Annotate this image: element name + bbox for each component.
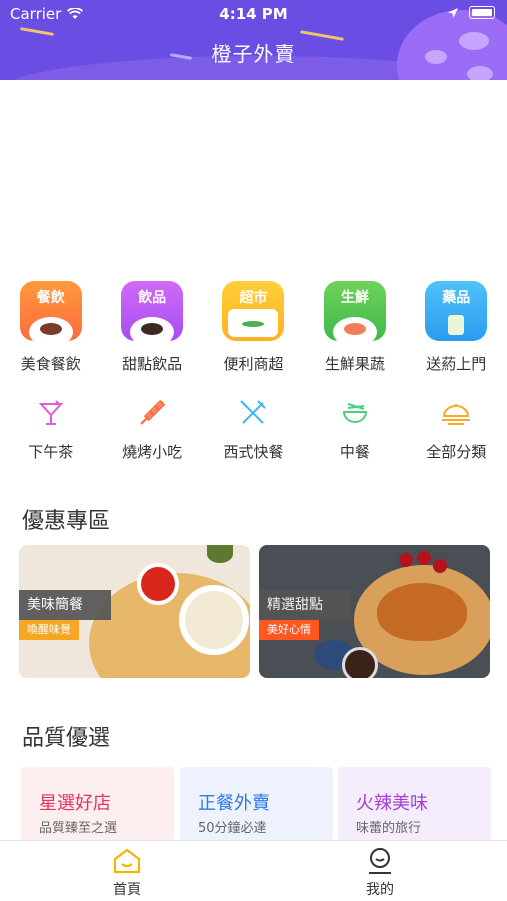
home-icon <box>113 848 141 874</box>
croissant-image <box>377 583 467 641</box>
banner-label: 美味簡餐 <box>19 590 111 620</box>
sauce-bowl-image <box>137 563 179 605</box>
profile-icon <box>369 848 391 874</box>
category-grid-top: 餐飲 美食餐飲 飲品 甜點飲品 超市 便利商超 生鮮 生鮮果蔬 藥品 送葯上門 <box>0 281 507 374</box>
header-bar: Carrier 4:14 PM 橙子外賣 <box>0 0 507 80</box>
banner-label: 精選甜點 <box>259 590 351 620</box>
fork-knife-icon <box>240 400 267 424</box>
crater <box>467 66 493 80</box>
category-item-chinese[interactable]: 中餐 <box>304 393 405 462</box>
category-item-western[interactable]: 西式快餐 <box>203 393 304 462</box>
noodle-bowl-icon <box>342 403 367 423</box>
category-item-afternoon-tea[interactable]: 下午茶 <box>0 393 101 462</box>
tab-home[interactable]: 首頁 <box>87 847 167 899</box>
coffee-beans-image <box>342 647 378 678</box>
category-label: 便利商超 <box>223 355 284 373</box>
coffee-cup-image <box>141 323 164 335</box>
cocktail-icon <box>38 400 63 425</box>
category-grid-bottom: 下午茶 燒烤小吃 西式快餐 中餐 全部分類 <box>0 393 507 462</box>
star-streak <box>19 27 55 36</box>
category-item-all[interactable]: 全部分類 <box>406 393 507 462</box>
status-time: 4:14 PM <box>219 5 288 23</box>
salmon-image <box>343 323 366 335</box>
sandwich-image <box>179 585 249 655</box>
tile-label: 飲品 <box>138 290 167 306</box>
category-tile: 飲品 <box>121 281 184 341</box>
skewer-icon <box>140 399 166 425</box>
quality-card-spicy[interactable]: 火辣美味 味蕾的旅行 <box>338 767 491 841</box>
status-bar: Carrier 4:14 PM <box>0 0 507 28</box>
banner-sublabel: 喚醒味覺 <box>19 620 79 640</box>
card-title: 正餐外賣 <box>198 793 270 814</box>
category-label: 送葯上門 <box>426 355 487 373</box>
herb-bowl-image <box>207 545 233 563</box>
category-item-medicine[interactable]: 藥品 送葯上門 <box>406 281 507 374</box>
category-item-fresh[interactable]: 生鮮 生鮮果蔬 <box>304 281 405 374</box>
category-label: 燒烤小吃 <box>122 443 183 461</box>
tile-label: 餐飲 <box>36 290 65 306</box>
battery-icon <box>469 6 495 19</box>
category-item-food[interactable]: 餐飲 美食餐飲 <box>0 281 101 374</box>
food-image <box>39 323 62 335</box>
promo-banner-dessert[interactable]: 精選甜點 美好心情 <box>259 545 490 678</box>
banner-sublabel: 美好心情 <box>259 620 319 640</box>
card-title: 星選好店 <box>39 793 111 814</box>
category-tile: 生鮮 <box>323 281 386 341</box>
tile-label: 藥品 <box>442 290 471 306</box>
location-arrow-icon <box>448 7 458 18</box>
card-subtitle: 品質臻至之選 <box>39 821 118 836</box>
category-item-bbq[interactable]: 燒烤小吃 <box>101 393 202 462</box>
quality-card-star-store[interactable]: 星選好店 品質臻至之選 <box>21 767 174 841</box>
category-label: 全部分類 <box>426 443 487 461</box>
cherries-image <box>399 553 413 567</box>
category-label: 美食餐飲 <box>20 355 81 373</box>
quality-card-main-meal[interactable]: 正餐外賣 50分鐘必達 <box>180 767 333 841</box>
dish-icon <box>442 404 471 425</box>
category-tile: 餐飲 <box>19 281 82 341</box>
tab-label: 首頁 <box>113 882 141 898</box>
tab-bar: 首頁 我的 <box>0 840 507 901</box>
category-item-drinks[interactable]: 飲品 甜點飲品 <box>101 281 202 374</box>
category-label: 下午茶 <box>28 443 74 461</box>
category-label: 西式快餐 <box>223 443 284 461</box>
page-title: 橙子外賣 <box>211 42 296 66</box>
category-item-supermarket[interactable]: 超市 便利商超 <box>203 281 304 374</box>
category-label: 生鮮果蔬 <box>324 355 385 373</box>
category-tile: 超市 <box>222 281 285 341</box>
card-subtitle: 50分鐘必達 <box>198 821 267 836</box>
tile-label: 生鮮 <box>340 290 369 306</box>
promo-banner-meal[interactable]: 美味簡餐 喚醒味覺 <box>19 545 250 678</box>
tab-label: 我的 <box>366 882 394 898</box>
medicine-bottle-image <box>448 315 465 335</box>
tile-label: 超市 <box>239 290 268 306</box>
card-title: 火辣美味 <box>356 793 428 814</box>
category-label: 中餐 <box>339 443 370 461</box>
tab-profile[interactable]: 我的 <box>340 847 420 899</box>
promo-section-title: 優惠專區 <box>22 509 111 534</box>
quality-section-title: 品質優選 <box>22 726 111 751</box>
card-subtitle: 味蕾的旅行 <box>356 821 422 836</box>
category-tile: 藥品 <box>425 281 488 341</box>
category-label: 甜點飲品 <box>122 355 183 373</box>
